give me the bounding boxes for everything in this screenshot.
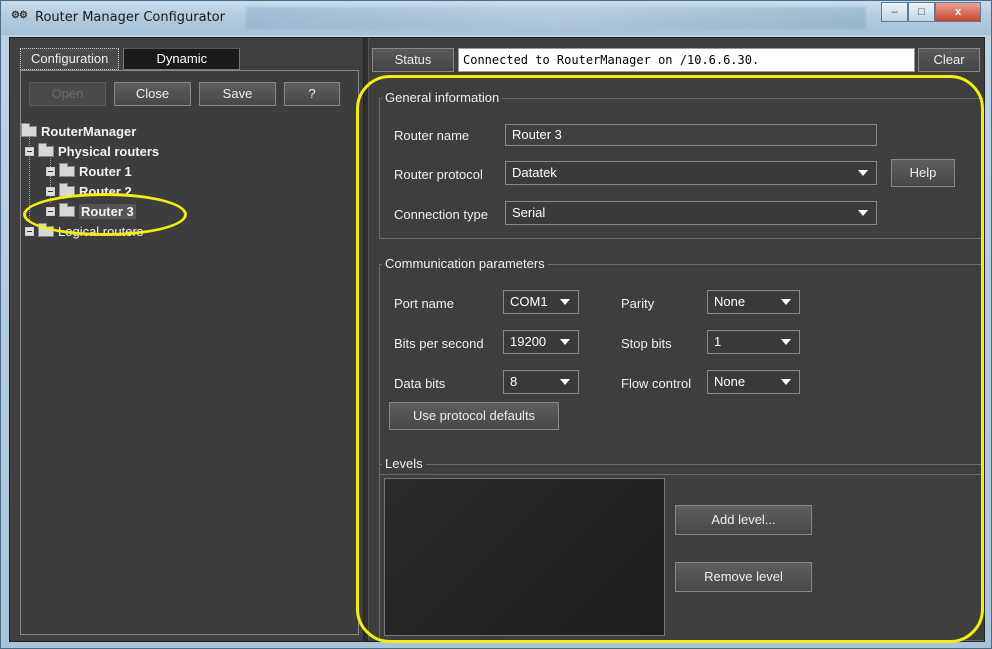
folder-icon: [59, 162, 75, 177]
help-button[interactable]: ?: [284, 82, 340, 106]
data-bits-label: Data bits: [394, 376, 446, 391]
maximize-button[interactable]: □: [908, 2, 935, 22]
stop-bits-select[interactable]: 1: [707, 330, 800, 354]
tree-node-physical-routers[interactable]: Physical routers: [25, 141, 159, 161]
communication-parameters-group: Communication parameters Port name COM1 …: [379, 256, 984, 475]
collapse-icon[interactable]: [25, 226, 34, 236]
status-message: Connected to RouterManager on /10.6.6.30…: [458, 48, 915, 72]
port-name-select[interactable]: COM1: [503, 290, 579, 314]
left-panel: Configuration Dynamic Control Open Close…: [10, 38, 363, 641]
router-protocol-label: Router protocol: [394, 167, 483, 182]
port-name-label: Port name: [394, 296, 454, 311]
client-area: Configuration Dynamic Control Open Close…: [9, 37, 985, 643]
minimize-button[interactable]: –: [881, 2, 908, 22]
data-bits-select[interactable]: 8: [503, 370, 579, 394]
clear-button[interactable]: Clear: [918, 48, 980, 72]
chevron-down-icon: [858, 210, 868, 216]
tree-node-root[interactable]: RouterManager: [21, 121, 136, 141]
parity-label: Parity: [621, 296, 655, 311]
connection-type-label: Connection type: [394, 207, 488, 222]
group-title: Levels: [382, 456, 426, 471]
blurred-background: [246, 7, 866, 29]
collapse-icon[interactable]: [46, 186, 55, 196]
levels-group: Levels Add level... Remove level: [379, 456, 984, 641]
chevron-down-icon: [560, 379, 570, 385]
chevron-down-icon: [560, 299, 570, 305]
tree-node-label: Physical routers: [58, 143, 160, 159]
flow-control-select[interactable]: None: [707, 370, 800, 394]
stop-bits-label: Stop bits: [621, 336, 672, 351]
collapse-icon[interactable]: [25, 146, 34, 156]
folder-icon: [21, 122, 37, 137]
tree-node-label: Router 1: [79, 163, 132, 179]
router-protocol-select[interactable]: Datatek: [505, 161, 877, 185]
stop-bits-value: 1: [714, 334, 722, 349]
bits-per-second-select[interactable]: 19200: [503, 330, 579, 354]
router-name-input[interactable]: Router 3: [505, 124, 877, 146]
chevron-down-icon: [781, 379, 791, 385]
app-icon: ⚙⚙: [11, 10, 28, 21]
levels-list[interactable]: [384, 478, 665, 636]
open-button[interactable]: Open: [29, 82, 106, 106]
tree-node-router-1[interactable]: Router 1: [46, 161, 132, 181]
folder-icon: [38, 142, 54, 157]
use-protocol-defaults-button[interactable]: Use protocol defaults: [389, 402, 559, 430]
close-window-button[interactable]: x: [935, 2, 981, 22]
collapse-icon[interactable]: [46, 166, 55, 176]
chevron-down-icon: [560, 339, 570, 345]
router-name-label: Router name: [394, 128, 470, 143]
title-bar[interactable]: ⚙⚙ Router Manager Configurator – □ x: [1, 1, 991, 35]
router-protocol-value: Datatek: [512, 165, 557, 180]
chevron-down-icon: [858, 170, 868, 176]
parity-select[interactable]: None: [707, 290, 800, 314]
group-title: General information: [382, 90, 503, 105]
chevron-down-icon: [781, 339, 791, 345]
protocol-help-button[interactable]: Help: [891, 159, 955, 187]
right-panel: Status Connected to RouterManager on /10…: [356, 38, 984, 643]
parity-value: None: [714, 294, 746, 309]
chevron-down-icon: [781, 299, 791, 305]
bits-per-second-value: 19200: [510, 334, 547, 349]
flow-control-label: Flow control: [621, 376, 692, 391]
window-title: Router Manager Configurator: [35, 10, 225, 25]
flow-control-value: None: [714, 374, 746, 389]
add-level-button[interactable]: Add level...: [675, 505, 812, 535]
tab-configuration[interactable]: Configuration: [20, 48, 120, 70]
tab-dynamic-control[interactable]: Dynamic Control: [123, 48, 241, 86]
app-window: ⚙⚙ Router Manager Configurator – □ x Con…: [0, 0, 992, 649]
general-information-group: General information Router name Router 3…: [379, 90, 984, 239]
data-bits-value: 8: [510, 374, 518, 389]
highlight-ellipse: [23, 193, 187, 236]
status-button[interactable]: Status: [372, 48, 454, 72]
close-button[interactable]: Close: [114, 82, 191, 106]
tree-node-label: RouterManager: [41, 123, 137, 139]
connection-type-select[interactable]: Serial: [505, 201, 877, 225]
configuration-panel: Open Close Save ? RouterManager Physical…: [20, 70, 359, 635]
port-name-value: COM1: [510, 294, 548, 309]
connection-type-value: Serial: [512, 205, 546, 220]
group-title: Communication parameters: [382, 256, 548, 271]
save-button[interactable]: Save: [199, 82, 276, 106]
bits-per-second-label: Bits per second: [394, 336, 484, 351]
remove-level-button[interactable]: Remove level: [675, 562, 812, 592]
